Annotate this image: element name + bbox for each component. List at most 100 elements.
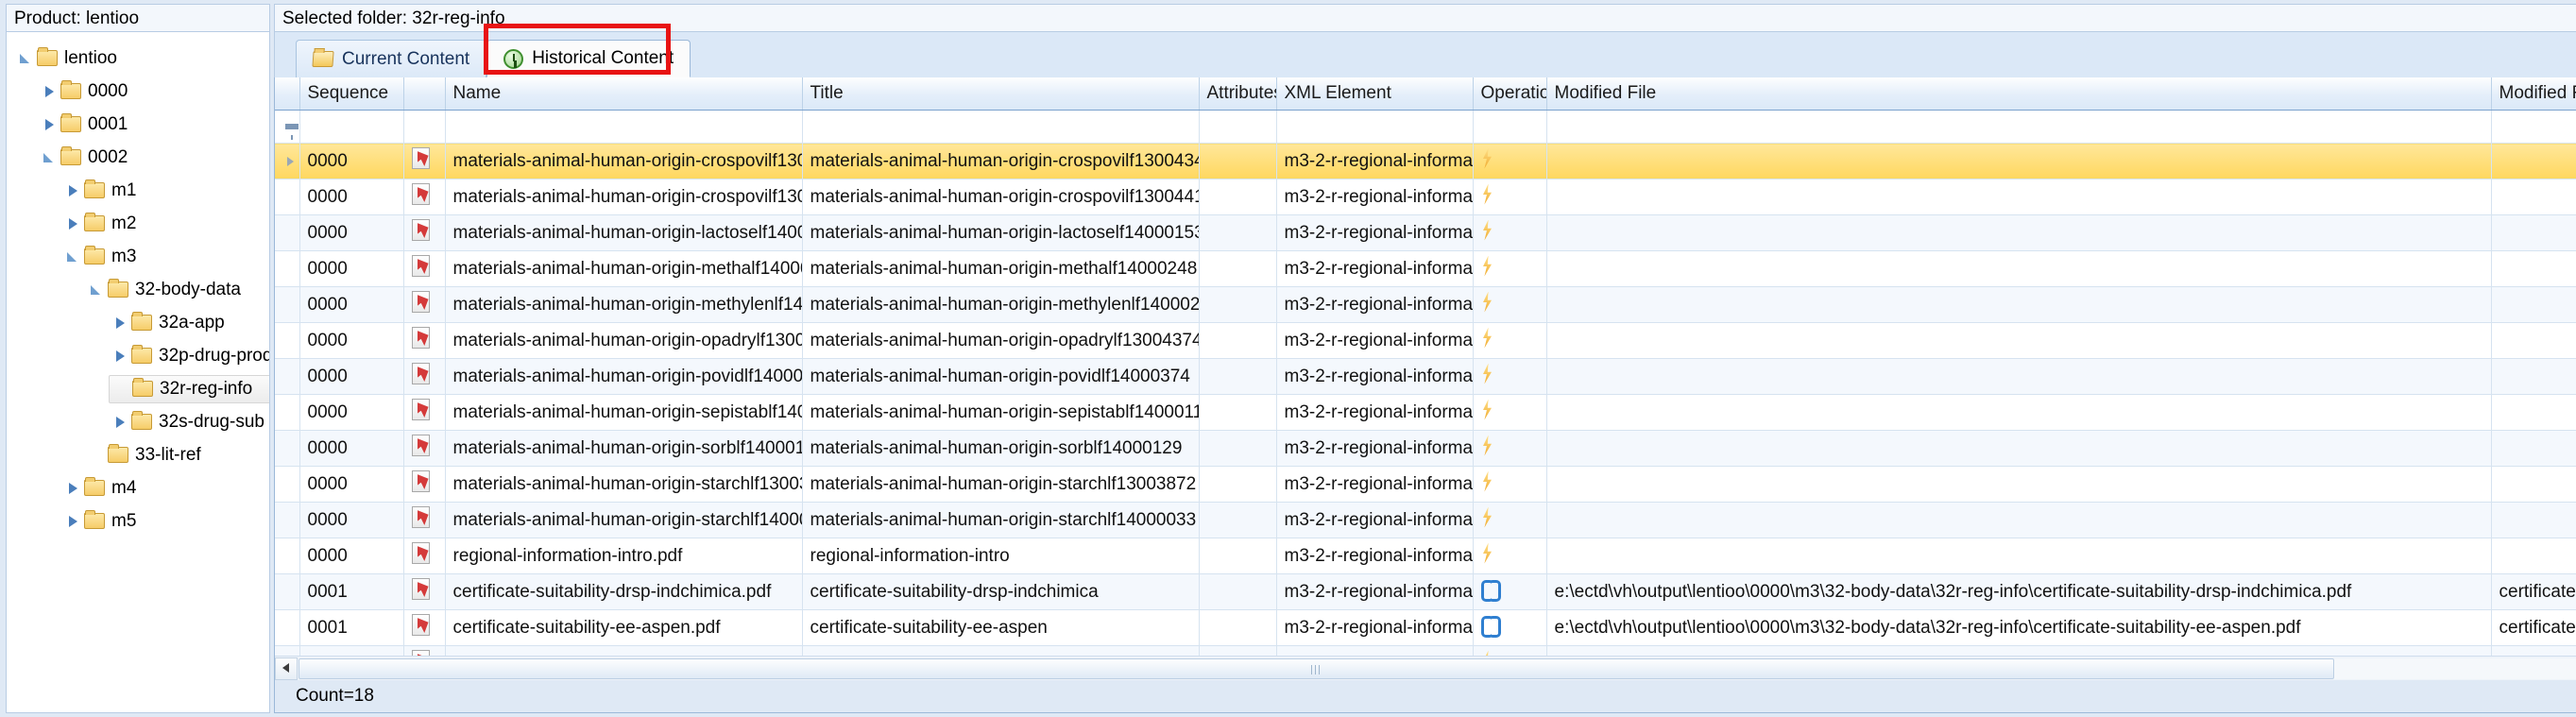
row-expander[interactable]: [275, 214, 300, 251]
row-expander[interactable]: [275, 143, 300, 179]
column-attributes[interactable]: Attributes: [1199, 77, 1277, 111]
tree-node-content[interactable]: m2: [61, 211, 140, 237]
horizontal-scroll-track[interactable]: [299, 657, 2576, 679]
row-expander[interactable]: [275, 466, 300, 503]
tree-node-content[interactable]: m3: [61, 244, 140, 270]
row-expander[interactable]: [275, 179, 300, 215]
tree-node-32r-reg-info[interactable]: 32r-reg-info: [7, 372, 269, 405]
expand-triangle-icon[interactable]: [42, 116, 59, 133]
expand-triangle-icon[interactable]: [65, 215, 82, 232]
collapse-triangle-icon[interactable]: [42, 149, 59, 166]
tab-current-content[interactable]: Current Content: [296, 40, 487, 77]
filter-attributes[interactable]: [1199, 110, 1277, 144]
collapse-triangle-icon[interactable]: [89, 282, 106, 299]
tree-node-content[interactable]: 0002: [38, 145, 131, 171]
tree-node-lentioo[interactable]: lentioo: [7, 42, 269, 75]
row-expander[interactable]: [275, 573, 300, 610]
table-row[interactable]: 0000 materials-animal-human-origin-sorblf…: [275, 430, 2576, 467]
tree-node-content[interactable]: m1: [61, 178, 140, 204]
filter-row[interactable]: [275, 110, 2576, 144]
filter-xml-element[interactable]: [1276, 110, 1474, 144]
expand-triangle-icon[interactable]: [42, 83, 59, 100]
filter-modified-file[interactable]: [1546, 110, 2492, 144]
filter-name[interactable]: [445, 110, 803, 144]
tree-node-m5[interactable]: m5: [7, 504, 269, 538]
row-expander[interactable]: [275, 609, 300, 646]
column-modified-file[interactable]: Modified File: [1546, 77, 2492, 111]
column-sequence[interactable]: Sequence: [299, 77, 404, 111]
expand-triangle-icon[interactable]: [65, 480, 82, 497]
tree-node-content[interactable]: lentioo: [14, 45, 121, 72]
tree-node-content[interactable]: 32p-drug-prod: [109, 343, 269, 369]
row-expander[interactable]: [275, 538, 300, 574]
tree-node-m1[interactable]: m1: [7, 174, 269, 207]
filter-funnel-cell[interactable]: [275, 110, 300, 144]
tree-node-32p-drug-prod[interactable]: 32p-drug-prod: [7, 339, 269, 372]
table-row[interactable]: 0000 materials-animal-human-origin-lactos…: [275, 214, 2576, 251]
table-row[interactable]: 0000 materials-animal-human-origin-crospo…: [275, 143, 2576, 179]
scroll-left-arrow-icon[interactable]: [275, 657, 298, 680]
tree-node-0001[interactable]: 0001: [7, 108, 269, 141]
tree-node-m2[interactable]: m2: [7, 207, 269, 240]
table-row[interactable]: 0001 certificate-suitability-drsp-indchim…: [275, 573, 2576, 610]
collapse-triangle-icon[interactable]: [18, 50, 35, 67]
tree-node-32-body-data[interactable]: 32-body-data: [7, 273, 269, 306]
row-expand-arrow-icon[interactable]: [287, 156, 294, 166]
tree-node-33-lit-ref[interactable]: 33-lit-ref: [7, 438, 269, 471]
expand-triangle-icon[interactable]: [112, 348, 129, 365]
column-xml-element[interactable]: XML Element: [1276, 77, 1474, 111]
row-expander[interactable]: [275, 286, 300, 323]
tree-node-m3[interactable]: m3: [7, 240, 269, 273]
expand-triangle-icon[interactable]: [112, 315, 129, 332]
row-expander[interactable]: [275, 322, 300, 359]
column-name[interactable]: Name: [445, 77, 803, 111]
table-row[interactable]: 0000 materials-animal-human-origin-methal…: [275, 250, 2576, 287]
table-row[interactable]: 0000 materials-animal-human-origin-povidl…: [275, 358, 2576, 395]
table-row[interactable]: 0000 materials-animal-human-origin-methyl…: [275, 286, 2576, 323]
table-row[interactable]: 0000 materials-animal-human-origin-starch…: [275, 502, 2576, 538]
tree-node-32s-drug-sub[interactable]: 32s-drug-sub: [7, 405, 269, 438]
tree-node-content[interactable]: m4: [61, 475, 140, 502]
tree-node-content[interactable]: 32-body-data: [85, 277, 245, 303]
horizontal-scroll-thumb[interactable]: [299, 657, 2334, 679]
table-row[interactable]: 0000 materials-animal-human-origin-opadry…: [275, 322, 2576, 359]
row-expander[interactable]: [275, 645, 300, 656]
column-title[interactable]: Title: [802, 77, 1200, 111]
expand-triangle-icon[interactable]: [112, 414, 129, 431]
tree-node-content[interactable]: 32r-reg-info: [109, 374, 269, 403]
filter-funnel-icon[interactable]: [285, 124, 299, 140]
column-operation[interactable]: Operation: [1473, 77, 1547, 111]
horizontal-scrollbar[interactable]: [275, 656, 2576, 680]
filter-operation[interactable]: [1473, 110, 1547, 144]
tree-node-content[interactable]: 32a-app: [109, 310, 229, 336]
tab-historical-content[interactable]: Historical Content: [486, 40, 691, 77]
row-expander[interactable]: [275, 250, 300, 287]
row-expander[interactable]: [275, 502, 300, 538]
expand-triangle-icon[interactable]: [65, 182, 82, 199]
filter-modified-file-title[interactable]: [2491, 110, 2576, 144]
tree-node-0002[interactable]: 0002: [7, 141, 269, 174]
table-row[interactable]: 0000 materials-animal-human-origin-sepist…: [275, 394, 2576, 431]
collapse-triangle-icon[interactable]: [65, 248, 82, 265]
table-row[interactable]: 0000 regional-information-intro.pdf region…: [275, 538, 2576, 574]
expand-triangle-icon[interactable]: [65, 513, 82, 530]
tree-node-32a-app[interactable]: 32a-app: [7, 306, 269, 339]
row-expander[interactable]: [275, 358, 300, 395]
row-expander[interactable]: [275, 394, 300, 431]
table-row[interactable]: 0000 materials-animal-human-origin-crospo…: [275, 179, 2576, 215]
table-row[interactable]: 0000 materials-animal-human-origin-starch…: [275, 466, 2576, 503]
filter-sequence[interactable]: [299, 110, 404, 144]
tree-node-content[interactable]: 0001: [38, 111, 131, 138]
tree-node-content[interactable]: 33-lit-ref: [85, 442, 205, 469]
tree-node-content[interactable]: m5: [61, 508, 140, 535]
filter-title[interactable]: [802, 110, 1200, 144]
tree-node-m4[interactable]: m4: [7, 471, 269, 504]
tree-node-content[interactable]: 0000: [38, 78, 131, 105]
row-expander[interactable]: [275, 430, 300, 467]
tree-node-0000[interactable]: 0000: [7, 75, 269, 108]
table-row[interactable]: 0001 certificate-suitability-ee-aspen.pdf…: [275, 609, 2576, 646]
tree-node-content[interactable]: 32s-drug-sub: [109, 409, 268, 435]
table-row[interactable]: 0001 certificate-suitability-ee-indchimic…: [275, 645, 2576, 656]
folder-tree[interactable]: lentioo 0000 0001 0002 m1 m2 m3 32-body-data 32a…: [6, 32, 270, 713]
column-modified-file-title[interactable]: Modified File Title: [2491, 77, 2576, 111]
